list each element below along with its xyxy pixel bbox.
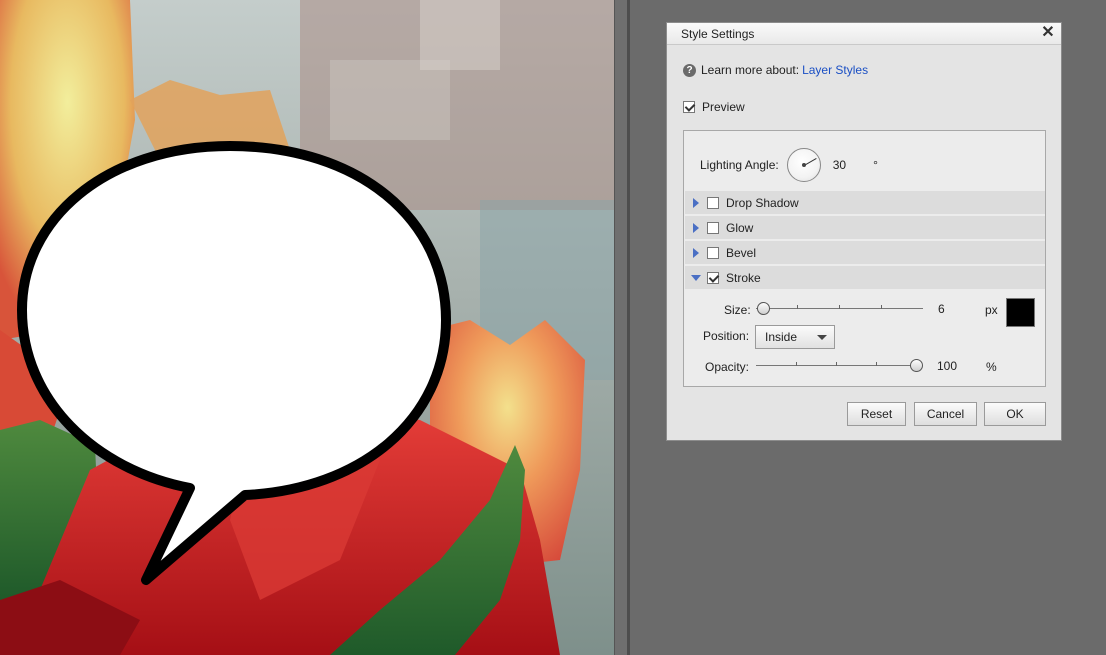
dialog-titlebar[interactable]: Style Settings ✕ (667, 23, 1061, 45)
style-settings-dialog: Style Settings ✕ ? Learn more about: Lay… (666, 22, 1062, 441)
expand-arrow-icon[interactable] (693, 247, 699, 258)
section-label: Bevel (726, 245, 757, 260)
collapse-arrow-icon[interactable] (691, 274, 701, 281)
preview-row[interactable]: Preview (683, 100, 745, 114)
stroke-color-swatch[interactable] (1006, 298, 1035, 327)
section-label: Glow (726, 220, 754, 235)
stroke-size-value[interactable]: 6 (938, 302, 945, 316)
help-text: Learn more about: (701, 63, 800, 77)
lighting-angle-label: Lighting Angle: (700, 158, 779, 172)
stroke-opacity-slider[interactable] (756, 358, 923, 374)
slider-tick (876, 362, 877, 366)
section-stroke[interactable]: Stroke (685, 266, 1045, 290)
stroke-opacity-value[interactable]: 100 (937, 359, 957, 373)
slider-tick (836, 362, 837, 366)
section-drop-shadow[interactable]: Drop Shadow (685, 191, 1045, 215)
preview-label: Preview (702, 100, 745, 114)
close-icon[interactable]: ✕ (1039, 24, 1057, 42)
bevel-checkbox[interactable] (707, 246, 719, 259)
preview-checkbox[interactable] (683, 101, 695, 113)
slider-tick (839, 305, 840, 309)
stroke-position-value: Inside (765, 330, 798, 344)
panel-divider (614, 0, 630, 655)
stroke-position-label: Position: (703, 329, 750, 343)
lighting-angle-row: Lighting Angle: 30 ° (700, 148, 878, 182)
slider-tick (881, 305, 882, 309)
stroke-checkbox[interactable] (707, 271, 719, 284)
image-canvas[interactable] (0, 0, 614, 655)
angle-dial-icon[interactable] (786, 148, 821, 182)
stroke-opacity-unit: % (986, 360, 997, 374)
chevron-down-icon (817, 335, 827, 340)
dialog-title: Style Settings (681, 27, 755, 41)
section-glow[interactable]: Glow (685, 216, 1045, 240)
slider-knob[interactable] (910, 359, 923, 372)
slider-tick (797, 305, 798, 309)
stroke-size-label: Size: (724, 303, 751, 317)
stroke-position-select[interactable]: Inside (755, 325, 835, 349)
stroke-size-unit: px (985, 303, 998, 317)
help-row: ? Learn more about: Layer Styles (683, 62, 868, 78)
ok-button[interactable]: OK (984, 402, 1046, 426)
stroke-size-slider[interactable] (756, 301, 923, 317)
slider-tick (796, 362, 797, 366)
help-icon: ? (683, 63, 696, 77)
stroke-opacity-label: Opacity: (705, 360, 750, 374)
drop-shadow-checkbox[interactable] (707, 196, 719, 209)
expand-arrow-icon[interactable] (693, 222, 699, 233)
section-label: Drop Shadow (726, 195, 799, 210)
reset-button[interactable]: Reset (847, 402, 906, 426)
layer-styles-link[interactable]: Layer Styles (802, 63, 868, 77)
expand-arrow-icon[interactable] (693, 197, 699, 208)
glow-checkbox[interactable] (707, 221, 719, 234)
tulip-photo (0, 0, 614, 655)
slider-knob[interactable] (756, 302, 770, 315)
degree-unit: ° (873, 158, 878, 172)
section-label: Stroke (726, 270, 761, 285)
lighting-angle-value[interactable]: 30 (833, 158, 846, 172)
section-bevel[interactable]: Bevel (685, 241, 1045, 265)
styles-panel: Lighting Angle: 30 ° Drop Shadow Glow Be… (683, 130, 1046, 387)
cancel-button[interactable]: Cancel (914, 402, 977, 426)
